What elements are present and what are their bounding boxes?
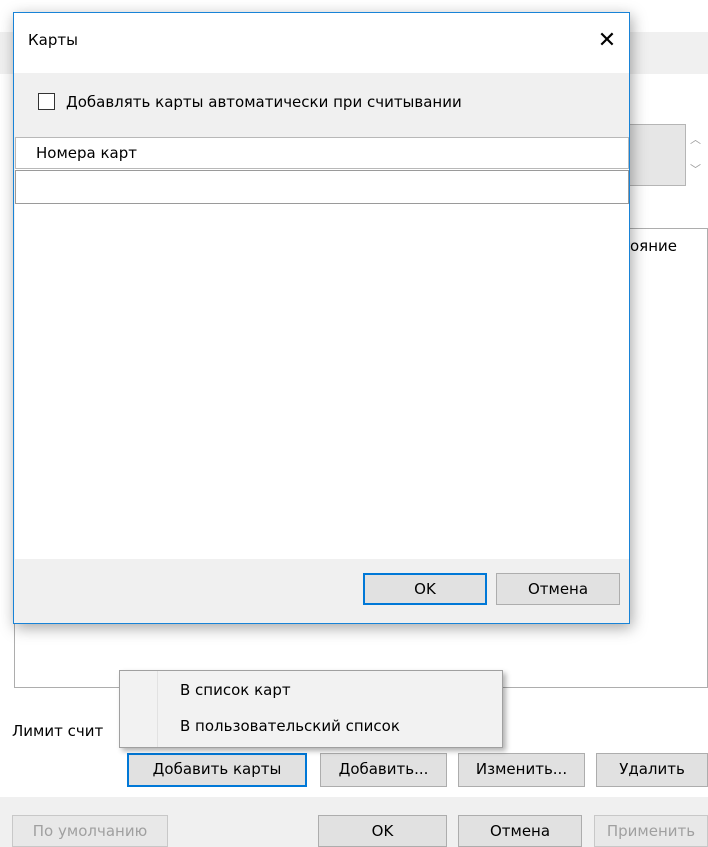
add-cards-button[interactable]: Добавить карты <box>127 753 307 787</box>
parent-spin-control[interactable]: ︿ ﹀ <box>686 124 708 186</box>
dialog-ok-button[interactable]: OK <box>363 573 487 605</box>
grid-new-row[interactable] <box>15 170 629 204</box>
grid-column-header-label: Номера карт <box>36 144 137 162</box>
add-button[interactable]: Добавить... <box>320 753 447 787</box>
checkbox-icon[interactable] <box>38 93 55 110</box>
menu-item-label: В пользовательский список <box>180 717 400 735</box>
dialog-cancel-button[interactable]: Отмена <box>496 573 620 605</box>
parent-limit-label: Лимит счит <box>12 722 104 740</box>
card-numbers-grid[interactable]: Номера карт <box>15 137 629 559</box>
apply-button[interactable]: Применить <box>594 815 708 847</box>
menu-item-to-card-list[interactable]: В список карт <box>122 675 500 707</box>
menu-item-to-user-list[interactable]: В пользовательский список <box>122 711 500 743</box>
dialog-footer: OK Отмена <box>15 559 629 623</box>
cards-dialog: Карты ✕ Добавлять карты автоматически пр… <box>13 12 630 624</box>
parent-column-header-state[interactable]: ояние <box>630 234 708 258</box>
dialog-title: Карты <box>28 31 78 49</box>
chevron-down-icon[interactable]: ﹀ <box>690 164 701 176</box>
parent-cancel-button[interactable]: Отмена <box>458 815 582 847</box>
parent-ok-button[interactable]: OK <box>318 815 447 847</box>
menu-item-label: В список карт <box>180 681 291 699</box>
default-button[interactable]: По умолчанию <box>12 815 168 847</box>
delete-button[interactable]: Удалить <box>596 753 708 787</box>
close-icon[interactable]: ✕ <box>589 23 625 59</box>
edit-button[interactable]: Изменить... <box>458 753 585 787</box>
dialog-titlebar[interactable]: Карты ✕ <box>14 13 629 73</box>
auto-add-checkbox-label[interactable]: Добавлять карты автоматически при считыв… <box>66 91 462 113</box>
chevron-up-icon[interactable]: ︿ <box>690 134 701 146</box>
add-cards-context-menu: В список карт В пользовательский список <box>119 670 503 748</box>
grid-column-header[interactable]: Номера карт <box>15 137 629 169</box>
